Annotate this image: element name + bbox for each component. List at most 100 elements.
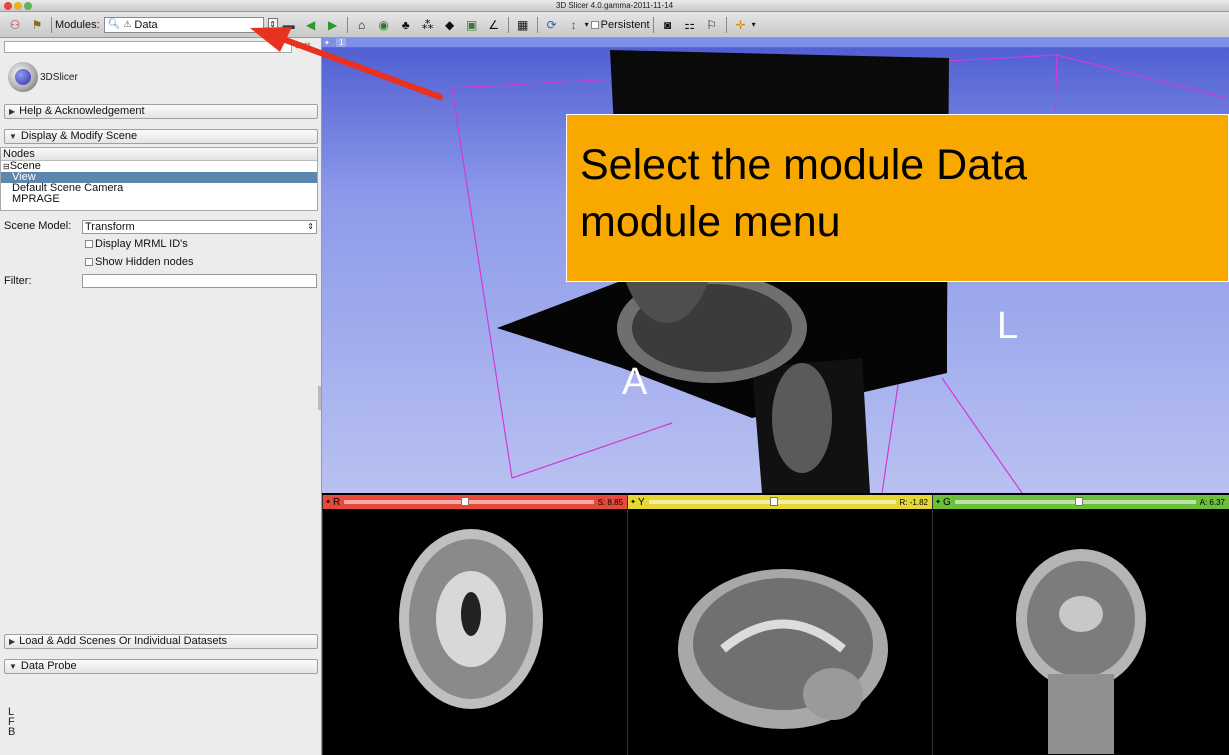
tree-item-mprage[interactable]: MPRAGE [1,194,317,205]
module-panel: ⊠ ⊠ 3DSlicer ▶ Help & Acknowledgement ▼ Di… [0,38,322,755]
search-icon[interactable]: 🔍︎ [108,19,121,30]
display-mrml-ids-label: Display MRML ID's [95,238,188,250]
layout-icon[interactable]: ▦ [515,17,531,33]
module-panel-search-input[interactable] [4,41,292,53]
toolbar-separator [725,16,727,33]
scene-model-label: Scene Model: [4,220,72,232]
back-arrow-icon[interactable]: ◀ [303,17,319,33]
crosshair-icon[interactable]: ✛ [733,17,749,33]
editor-icon[interactable]: ▣ [464,17,480,33]
close-window-button[interactable] [4,2,12,10]
toolbar-separator [346,16,348,33]
axial-brain-image [399,529,543,709]
persistent-label: Persistent [600,18,650,31]
toolbar-separator [652,16,654,33]
module-selector-value: Data [134,18,158,31]
probe-line-3: B [8,726,16,738]
volumes-icon[interactable]: ♣ [398,17,414,33]
tutorial-callout-line-1: Select the module Data [580,141,1027,189]
place-fiducial-icon[interactable]: ↕ [566,17,582,33]
slicer-logo: 3DSlicer [8,62,78,92]
slice-letter: R [333,496,341,508]
persistent-checkbox[interactable] [590,20,599,29]
filter-row: Filter: [4,275,32,287]
slice-letter: G [943,496,951,508]
tree-item-scene[interactable]: ⊟Scene [1,161,317,172]
yellow-slice-controller: ✦ Y R: -1.82 [628,495,932,509]
collapse-icon[interactable]: ⊟ [3,162,10,171]
minimize-window-button[interactable] [14,2,22,10]
slider-knob[interactable] [1075,497,1084,506]
pin-icon[interactable]: ✦ [933,498,943,506]
slider-knob[interactable] [769,497,778,506]
red-slice-offset-slider[interactable] [344,497,594,506]
toolbar-separator [51,16,52,33]
module-selector[interactable]: 🔍︎ ⚠︎ Data [103,16,264,33]
module-history-icon[interactable]: ▬ [281,17,297,33]
pin-icon[interactable]: ✦ [323,498,333,506]
slicer-logo-icon [8,62,38,92]
tree-column-header[interactable]: Nodes [1,148,317,161]
scene-snapshot-icon[interactable]: ⚐ [704,17,720,33]
green-slice-view[interactable]: ✦ G A: 6.37 [932,495,1229,755]
scene-model-select[interactable]: Transform ⇕ [82,220,317,234]
slice-offset-value: S: 8.85 [597,497,623,507]
rotate-mode-icon[interactable]: ⟳ [544,17,560,33]
show-hidden-nodes-option[interactable]: Show Hidden nodes [83,256,193,268]
scene-view-icon[interactable]: ⚏ [682,17,698,33]
window-titlebar: 3D Slicer 4.0.gamma-2011-11-14 [0,0,1229,12]
load-add-section-header[interactable]: ▶ Load & Add Scenes Or Individual Dataset… [4,634,318,649]
data-probe-section-header[interactable]: ▼ Data Probe [4,659,318,674]
models-icon[interactable]: ⁂ [420,17,436,33]
yellow-slice-view[interactable]: ✦ Y R: -1.82 [627,495,932,755]
show-hidden-nodes-checkbox[interactable] [85,258,93,266]
display-modify-section-header[interactable]: ▼ Display & Modify Scene [4,129,318,144]
slicer-logo-text: 3DSlicer [40,71,78,83]
clear-search-icon[interactable]: ⊠ ⊠ [295,41,311,50]
scene-model-value: Transform [85,221,135,233]
transforms-icon[interactable]: ◆ [442,17,458,33]
display-mrml-ids-checkbox[interactable] [85,240,93,248]
filter-input[interactable] [82,274,317,288]
toolbar-separator [507,16,509,33]
panel-splitter-handle[interactable] [318,386,321,410]
crosshair-menu-chevron-down-icon[interactable]: ▾ [752,20,756,29]
data-probe-section-label: Data Probe [20,660,77,672]
slice-offset-value: R: -1.82 [899,497,928,507]
module-stepper[interactable]: ⇕ [267,17,278,32]
help-section-header[interactable]: ▶ Help & Acknowledgement [4,104,318,119]
persistent-toggle[interactable]: ▾ Persistent [585,19,650,31]
tree-item-label: MPRAGE [12,193,60,205]
main-toolbar: ⚇ ⚑ Modules: 🔍︎ ⚠︎ Data ⇕ ▬ ◀ ▶ ⌂ ◉ ♣ ⁂ … [0,12,1229,38]
data-module-icon: ⚠︎ [123,19,132,29]
toolbar-separator [536,16,538,33]
help-section-label: Help & Acknowledgement [19,105,145,117]
tutorial-callout: Select the module Data module menu [566,114,1229,282]
modules-label: Modules: [55,18,100,31]
scene-model-row: Scene Model: [4,220,71,232]
pin-icon[interactable]: ✦ [628,498,638,506]
zoom-window-button[interactable] [24,2,32,10]
red-slice-view[interactable]: ✦ R S: 8.85 [322,495,627,755]
slider-knob[interactable] [461,497,470,506]
green-slice-controller: ✦ G A: 6.37 [933,495,1229,509]
orientation-label-l: L [997,305,1019,347]
load-add-section-label: Load & Add Scenes Or Individual Datasets [19,635,228,647]
chevron-down-icon: ▼ [9,662,17,671]
red-slice-controller: ✦ R S: 8.85 [323,495,627,509]
scene-tree[interactable]: Nodes ⊟Scene View Default Scene Camera M… [0,147,318,211]
annotation-icon[interactable]: ∠ [486,17,502,33]
data-icon[interactable]: ◉ [376,17,392,33]
screenshot-icon[interactable]: ◙ [660,17,676,33]
display-mrml-ids-option[interactable]: Display MRML ID's [83,238,188,250]
slice-offset-value: A: 6.37 [1199,497,1225,507]
green-slice-offset-slider[interactable] [954,497,1196,506]
sagittal-brain-image [678,569,888,729]
forward-arrow-icon[interactable]: ▶ [325,17,341,33]
yellow-slice-offset-slider[interactable] [648,497,896,506]
tutorial-callout-line-2: module menu [580,198,841,246]
load-data-icon[interactable]: ⚇ [7,17,23,33]
chevron-right-icon: ▶ [9,637,16,646]
home-icon[interactable]: ⌂ [354,17,370,33]
save-icon[interactable]: ⚑ [29,17,45,33]
